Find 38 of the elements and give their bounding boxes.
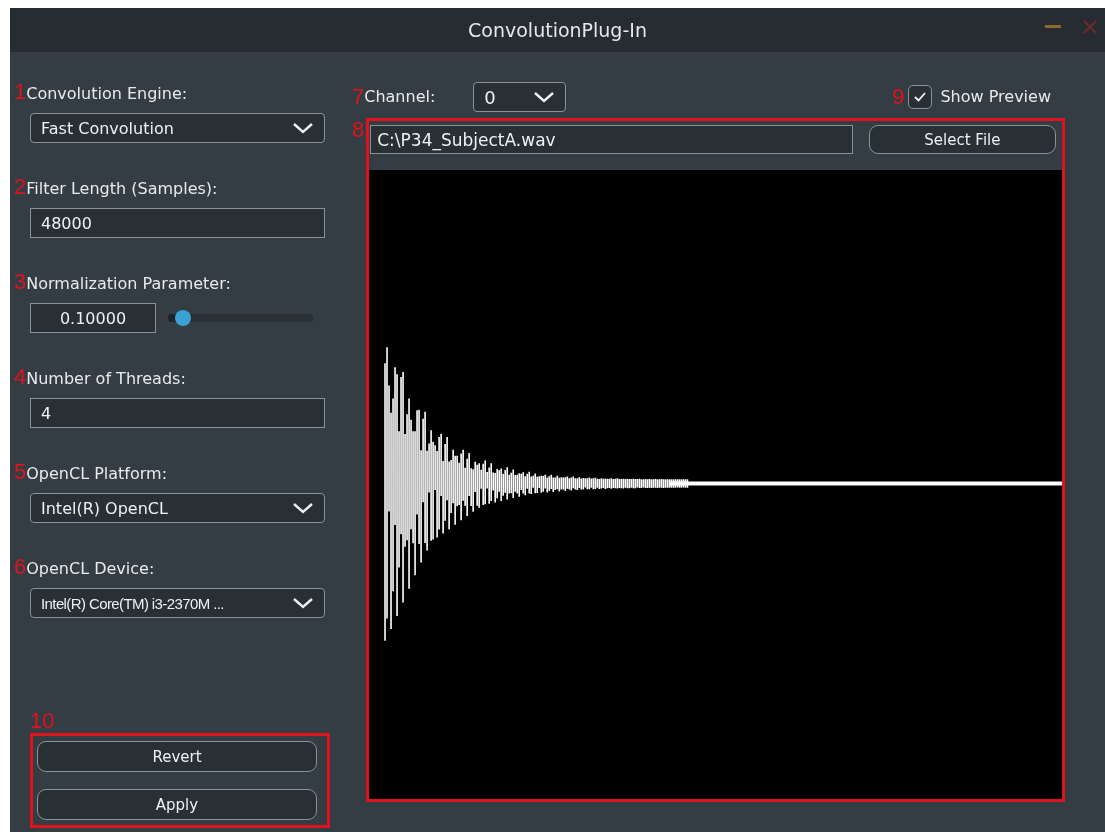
annotation-number: 2 [14, 175, 27, 199]
minimize-icon[interactable] [1045, 25, 1061, 29]
input-field[interactable]: 0.10000 [30, 303, 156, 333]
input-field[interactable]: 4 [30, 398, 325, 428]
field-label: Normalization Parameter: [26, 273, 231, 295]
annotation-number: 6 [14, 555, 27, 579]
field-label: Filter Length (Samples): [26, 178, 218, 200]
annotation-number: 4 [14, 365, 27, 389]
checkmark-icon [914, 92, 927, 102]
annotation-number: 10 [30, 709, 56, 733]
chevron-down-icon [533, 91, 556, 103]
annotation-number: 1 [14, 80, 27, 104]
field-label: OpenCL Device: [26, 558, 155, 580]
select-file-button[interactable]: Select File [868, 125, 1057, 154]
slider-thumb[interactable] [174, 310, 191, 326]
dropdown[interactable]: Intel(R) OpenCL [30, 493, 325, 523]
input-field[interactable]: 48000 [30, 208, 325, 238]
field-label: Channel: [364, 86, 436, 108]
field-label: OpenCL Platform: [26, 463, 168, 485]
chevron-down-icon [292, 122, 314, 134]
field-label: Convolution Engine: [26, 83, 188, 105]
annotation-number: 3 [14, 270, 27, 294]
file-path-field[interactable]: C:\P34_SubjectA.wav [370, 125, 853, 154]
channel-dropdown[interactable]: 0 [473, 82, 567, 112]
annotation-number: 9 [892, 85, 905, 109]
annotation-number: 7 [352, 85, 365, 109]
dropdown[interactable]: Intel(R) Core(TM) i3-2370M ... [30, 588, 325, 618]
field-label: Number of Threads: [26, 368, 186, 390]
annotation-number: 8 [352, 118, 365, 142]
annotation-number: 5 [14, 460, 27, 484]
chevron-down-icon [292, 597, 314, 609]
checkbox[interactable] [908, 85, 933, 109]
window-title: ConvolutionPlug-In [468, 19, 647, 41]
checkbox-label: Show Preview [940, 86, 1051, 108]
action-button[interactable]: Apply [37, 789, 317, 820]
dropdown[interactable]: Fast Convolution [30, 113, 325, 143]
action-button[interactable]: Revert [37, 741, 317, 772]
chevron-down-icon [292, 502, 314, 514]
